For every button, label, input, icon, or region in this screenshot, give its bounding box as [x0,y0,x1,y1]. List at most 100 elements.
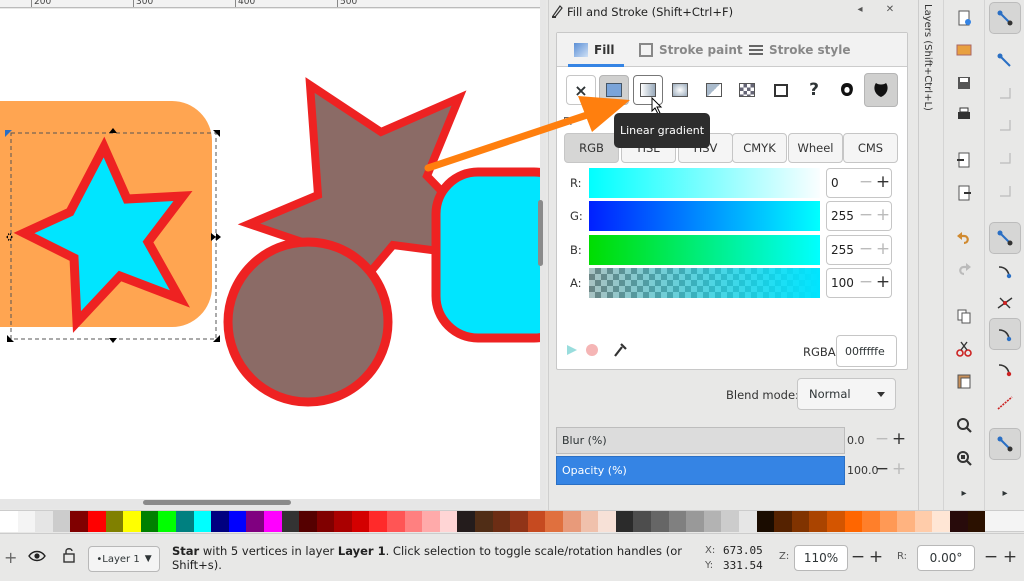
eye-icon[interactable] [28,549,46,563]
zoom-field[interactable]: 110% [794,545,848,571]
palette-swatch[interactable] [175,511,194,532]
snap-cusp-nodes-icon[interactable] [989,318,1021,350]
zoom-drawing-icon[interactable] [951,445,977,471]
red-spinbox[interactable]: 0 − + [826,168,892,198]
palette-swatch[interactable] [351,511,370,532]
zoom-out-button[interactable]: − [850,547,866,567]
palette-swatch[interactable] [633,511,651,532]
palette-swatch[interactable] [510,511,528,532]
more-commands-icon[interactable]: ▸ [951,480,977,506]
mode-cmyk-button[interactable]: CMYK [732,133,787,163]
blur-decrement-button[interactable]: − [874,429,890,449]
fill-rule-evenodd-button[interactable] [832,75,862,105]
rotation-field[interactable]: 0.00° [917,545,975,571]
opacity-increment-button[interactable]: + [891,459,907,479]
palette-swatch[interactable] [211,511,229,532]
snap-bbox-midpoint-icon[interactable] [992,145,1018,171]
more-snap-icon[interactable]: ▸ [992,480,1018,506]
palette-swatch[interactable] [422,511,440,532]
rotate-ccw-button[interactable]: − [983,547,999,567]
palette-swatch[interactable] [686,511,704,532]
snap-smooth-nodes-icon[interactable] [992,356,1018,382]
color-picker-icon[interactable] [612,341,628,359]
plus-icon[interactable]: + [4,548,17,567]
palette-swatch[interactable] [87,511,106,532]
blur-increment-button[interactable]: + [891,429,907,449]
blur-slider[interactable]: Blur (%) [556,427,845,454]
pattern-button[interactable] [732,75,762,105]
layers-dock-tab[interactable]: Layers (Shift+Ctrl+L) [922,4,933,111]
palette-swatch[interactable] [967,511,986,532]
tab-stroke-style[interactable]: Stroke style [749,33,850,67]
palette-swatch[interactable] [439,511,458,532]
zoom-selection-icon[interactable] [951,412,977,438]
open-icon[interactable] [951,36,977,62]
decrement-button[interactable]: − [858,205,874,225]
snap-midpoints-icon[interactable] [992,390,1018,416]
palette-swatch[interactable] [650,511,669,532]
undo-icon[interactable] [951,225,977,251]
rotate-cw-button[interactable]: + [1002,547,1018,567]
fill-rule-nonzero-button[interactable] [864,73,898,107]
palette-swatch[interactable] [369,511,388,532]
palette-swatch[interactable] [879,511,898,532]
alpha-slider[interactable] [589,268,820,298]
vertical-scrollbar[interactable] [538,200,543,266]
mesh-gradient-button[interactable] [699,75,729,105]
palette-swatch[interactable] [756,511,775,532]
palette-swatch[interactable] [246,511,264,532]
palette-swatch[interactable] [598,511,616,532]
dock-menu-icon[interactable]: ◂ [853,3,867,17]
palette-swatch[interactable] [668,511,687,532]
palette-swatch[interactable] [263,511,282,532]
redo-icon[interactable] [951,256,977,282]
snap-bbox-edge-icon[interactable] [992,80,1018,106]
tab-fill[interactable]: Fill [574,33,615,67]
import-icon[interactable] [951,147,977,173]
palette-swatch[interactable] [809,511,827,532]
palette-swatch[interactable] [70,511,88,532]
decrement-button[interactable]: − [858,272,874,292]
blue-slider[interactable] [589,235,820,265]
opacity-slider[interactable]: Opacity (%) [556,456,845,485]
palette-swatch[interactable] [281,511,300,532]
palette-swatch[interactable] [316,511,335,532]
palette-swatch[interactable] [703,511,722,532]
palette-swatch[interactable] [193,511,212,532]
palette-swatch[interactable] [950,511,968,532]
palette-swatch[interactable] [932,511,951,532]
palette-swatch[interactable] [844,511,863,532]
palette-swatch[interactable] [105,511,124,532]
cyan-rounded-rect[interactable] [431,167,540,343]
opacity-decrement-button[interactable]: − [874,459,890,479]
brown-circle[interactable] [223,237,393,407]
swatch-button[interactable] [766,75,796,105]
palette-swatch[interactable] [774,511,792,532]
palette-swatch[interactable] [897,511,915,532]
copy-icon[interactable] [951,303,977,329]
unset-paint-button[interactable]: ? [799,75,829,105]
palette-swatch[interactable] [826,511,845,532]
increment-button[interactable]: + [875,239,891,259]
decrement-button[interactable]: − [858,239,874,259]
increment-button[interactable]: + [875,172,891,192]
blend-mode-select[interactable]: Normal [797,378,896,410]
lock-icon[interactable] [62,547,76,563]
snap-toggle-icon[interactable] [989,2,1021,34]
snap-paths-icon[interactable] [992,258,1018,284]
drawing-canvas[interactable] [0,9,540,499]
palette-swatch[interactable] [563,511,581,532]
snap-nodes-icon[interactable] [989,222,1021,254]
palette-swatch[interactable] [545,511,563,532]
radial-gradient-button[interactable] [665,75,695,105]
palette-swatch[interactable] [615,511,634,532]
green-slider[interactable] [589,201,820,231]
snap-bbox-icon[interactable] [992,48,1018,74]
increment-button[interactable]: + [875,205,891,225]
close-icon[interactable]: ✕ [883,3,897,17]
snap-bbox-center-icon[interactable] [992,178,1018,204]
palette-swatch[interactable] [492,511,511,532]
horizontal-scrollbar[interactable] [143,500,291,505]
palette-swatch[interactable] [457,511,476,532]
export-icon[interactable] [951,180,977,206]
